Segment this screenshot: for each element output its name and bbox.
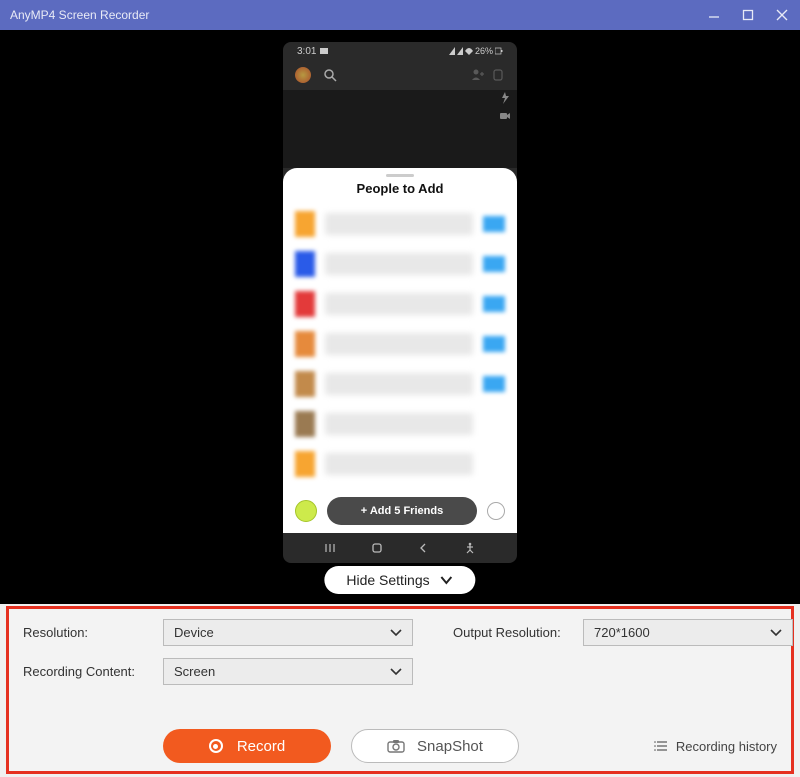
list-item[interactable] (295, 364, 505, 404)
signal-icon (449, 47, 455, 55)
output-resolution-value: 720*1600 (594, 625, 650, 640)
list-item[interactable] (295, 444, 505, 484)
status-time: 3:01 (297, 46, 316, 57)
avatar (295, 411, 315, 437)
phone-nav-bar (283, 533, 517, 563)
snapshot-label: SnapShot (417, 738, 483, 755)
record-button[interactable]: Record (163, 729, 331, 763)
output-resolution-select[interactable]: 720*1600 (583, 619, 793, 646)
notification-icon (320, 47, 330, 55)
action-row: Record SnapShot Recording history (23, 729, 777, 763)
avatar (295, 371, 315, 397)
self-avatar (295, 500, 317, 522)
list-item[interactable] (295, 324, 505, 364)
accessibility-icon (463, 541, 477, 555)
title-bar: AnyMP4 Screen Recorder (0, 0, 800, 30)
avatar (295, 451, 315, 477)
name-placeholder (325, 333, 473, 355)
search-icon (323, 68, 337, 82)
profile-icon (295, 67, 311, 83)
add-badge[interactable] (483, 456, 505, 472)
status-left: 3:01 (297, 46, 330, 57)
wifi-icon (465, 47, 473, 55)
hide-settings-button[interactable]: Hide Settings (324, 566, 475, 594)
add-badge[interactable] (483, 256, 505, 272)
maximize-button[interactable] (740, 7, 756, 23)
chevron-down-icon (390, 668, 402, 676)
phone-app-top-bar (283, 60, 517, 90)
avatar (295, 291, 315, 317)
avatar (295, 211, 315, 237)
name-placeholder (325, 213, 473, 235)
camera-icon (387, 739, 405, 753)
add-friend-icon (471, 68, 485, 82)
battery-icon (495, 47, 503, 55)
preview-area: 3:01 26% (0, 30, 800, 604)
circle-button[interactable] (487, 502, 505, 520)
phone-preview: 3:01 26% (283, 42, 517, 563)
minimize-icon (707, 8, 721, 22)
name-placeholder (325, 253, 473, 275)
flip-icon (491, 68, 505, 82)
battery-text: 26% (475, 46, 493, 56)
add-badge[interactable] (483, 416, 505, 432)
resolution-select[interactable]: Device (163, 619, 413, 646)
recent-apps-icon (323, 541, 337, 555)
close-button[interactable] (774, 7, 790, 23)
list-item[interactable] (295, 284, 505, 324)
add-friends-button[interactable]: + Add 5 Friends (327, 497, 477, 525)
maximize-icon (742, 9, 754, 21)
recording-content-select[interactable]: Screen (163, 658, 413, 685)
app-title: AnyMP4 Screen Recorder (10, 8, 706, 22)
sheet-bottom-bar: + Add 5 Friends (283, 489, 517, 533)
name-placeholder (325, 453, 473, 475)
video-icon (499, 110, 511, 122)
drag-handle[interactable] (386, 174, 414, 177)
resolution-label: Resolution: (23, 625, 163, 640)
add-badge[interactable] (483, 336, 505, 352)
snapshot-button[interactable]: SnapShot (351, 729, 519, 763)
recording-content-value: Screen (174, 664, 215, 679)
list-item[interactable] (295, 204, 505, 244)
add-badge[interactable] (483, 376, 505, 392)
avatar (295, 331, 315, 357)
add-badge[interactable] (483, 216, 505, 232)
sheet-title: People to Add (283, 181, 517, 196)
flash-icon (499, 92, 511, 104)
people-list[interactable] (283, 204, 517, 489)
recording-history-label: Recording history (676, 739, 777, 754)
window-controls (706, 7, 790, 23)
list-item[interactable] (295, 244, 505, 284)
add-friends-label: + Add 5 Friends (361, 505, 443, 517)
status-right: 26% (449, 46, 503, 56)
signal-icon-2 (457, 47, 463, 55)
home-icon (370, 541, 384, 555)
back-icon (416, 541, 430, 555)
chevron-down-icon (770, 629, 782, 637)
chevron-down-icon (440, 575, 454, 585)
people-sheet: People to Add + Add 5 Friends (283, 168, 517, 533)
hide-settings-label: Hide Settings (346, 572, 429, 588)
list-item[interactable] (295, 404, 505, 444)
name-placeholder (325, 293, 473, 315)
record-dot-icon (209, 739, 223, 753)
add-badge[interactable] (483, 296, 505, 312)
settings-panel: Resolution: Device Output Resolution: 72… (6, 606, 794, 774)
recording-history-link[interactable]: Recording history (654, 739, 777, 754)
close-icon (775, 8, 789, 22)
output-resolution-label: Output Resolution: (453, 625, 583, 640)
record-label: Record (237, 738, 285, 755)
recording-content-label: Recording Content: (23, 664, 163, 679)
chevron-down-icon (390, 629, 402, 637)
list-icon (654, 740, 668, 752)
name-placeholder (325, 373, 473, 395)
phone-status-bar: 3:01 26% (283, 42, 517, 60)
name-placeholder (325, 413, 473, 435)
minimize-button[interactable] (706, 7, 722, 23)
avatar (295, 251, 315, 277)
resolution-value: Device (174, 625, 214, 640)
phone-camera-area (283, 90, 517, 168)
